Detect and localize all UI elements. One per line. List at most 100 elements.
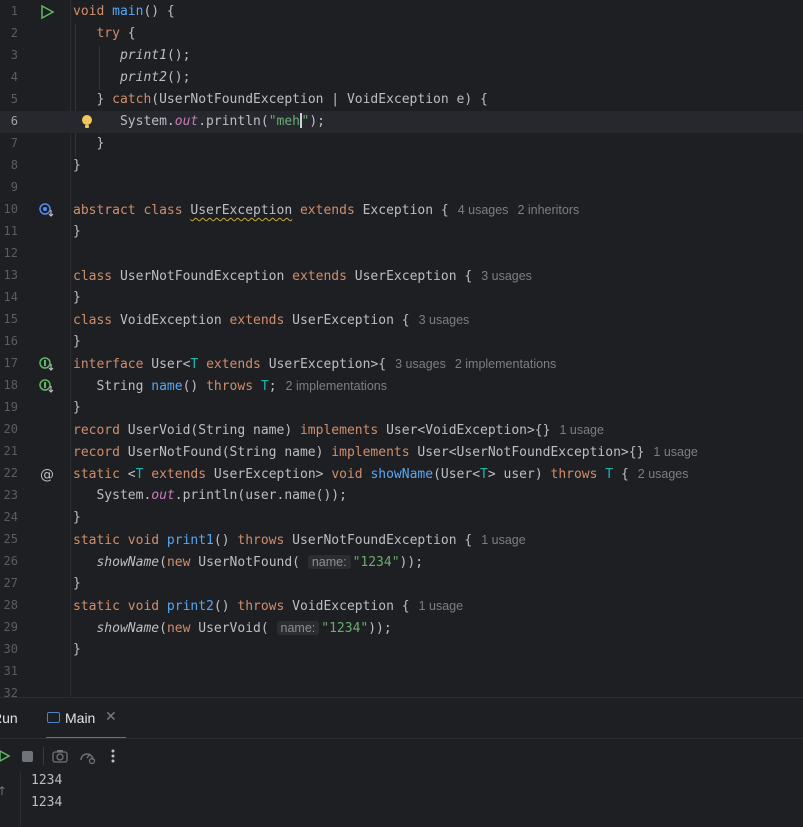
line-number: 30	[3, 642, 18, 656]
line-number: 28	[3, 598, 18, 612]
usages-hint[interactable]: 1 usage	[653, 445, 697, 459]
annotation-at-icon[interactable]: @	[38, 465, 56, 483]
code-text: String name() throws T; 2 implementations	[73, 379, 387, 394]
line-number: 21	[3, 444, 18, 458]
code-line[interactable]: 13 class UserNotFoundException extends U…	[0, 265, 803, 287]
usages-hint[interactable]: 1 usage	[481, 533, 525, 547]
scroll-up-icon[interactable]: ↑	[0, 784, 7, 798]
code-line[interactable]: 28 static void print2() throws VoidExcep…	[0, 595, 803, 617]
code-text: class UserNotFoundException extends User…	[73, 269, 532, 284]
line-number: 4	[10, 70, 18, 84]
code-text: try {	[96, 26, 136, 41]
toolbar-separator	[43, 747, 44, 765]
code-line[interactable]: 22 @ static <T extends UserException> vo…	[0, 463, 803, 485]
usages-hint[interactable]: 3 usages	[395, 357, 446, 371]
code-text: record UserNotFound(String name) impleme…	[73, 445, 698, 460]
code-line-current[interactable]: 6 System.out.println("meh ");	[0, 111, 803, 133]
tab-main[interactable]: Main ✕	[46, 698, 126, 739]
line-number: 13	[3, 268, 18, 282]
code-text: }	[73, 158, 81, 173]
code-line[interactable]: 29 showName(new UserVoid( name: "1234"));	[0, 617, 803, 639]
line-number: 17	[3, 356, 18, 370]
code-line[interactable]: 32	[0, 683, 803, 697]
line-number: 11	[3, 224, 18, 238]
code-line[interactable]: 24 }	[0, 507, 803, 529]
console-gutter	[20, 772, 21, 827]
code-line[interactable]: 23 System.out.println(user.name());	[0, 485, 803, 507]
console-output[interactable]: ↑ 1234 1234	[0, 772, 803, 827]
code-line[interactable]: 14 }	[0, 287, 803, 309]
code-line[interactable]: 12	[0, 243, 803, 265]
line-number: 15	[3, 312, 18, 326]
line-number: 2	[10, 26, 18, 40]
line-number: 7	[10, 136, 18, 150]
code-line[interactable]: 1 void main() {	[0, 1, 803, 23]
code-line[interactable]: 15 class VoidException extends UserExcep…	[0, 309, 803, 331]
code-line[interactable]: 26 showName(new UserNotFound( name: "1234…	[0, 551, 803, 573]
code-text: static void print1() throws UserNotFound…	[73, 533, 526, 548]
implementations-hint[interactable]: 2 implementations	[286, 379, 387, 393]
code-text: } catch(UserNotFoundException | VoidExce…	[73, 92, 488, 107]
code-line[interactable]: 17 interface User<T extends UserExceptio…	[0, 353, 803, 375]
line-number: 16	[3, 334, 18, 348]
code-editor[interactable]: 1 void main() { 2 try { 3 print1(); 4 pr…	[0, 0, 803, 697]
inheritors-hint[interactable]: 2 inheritors	[517, 203, 579, 217]
application-icon	[47, 712, 60, 723]
line-number: 20	[3, 422, 18, 436]
line-number: 29	[3, 620, 18, 634]
implemented-icon[interactable]	[38, 355, 56, 373]
line-number: 24	[3, 510, 18, 524]
code-line[interactable]: 18 String name() throws T; 2 implementati…	[0, 375, 803, 397]
code-text: }	[73, 136, 105, 151]
code-line[interactable]: 5 } catch(UserNotFoundException | VoidEx…	[0, 89, 803, 111]
code-line[interactable]: 4 print2();	[0, 67, 803, 89]
code-line[interactable]: 27 }	[0, 573, 803, 595]
code-text: }	[73, 510, 81, 525]
tab-label: Main	[65, 710, 96, 726]
code-line[interactable]: 7 }	[0, 133, 803, 155]
line-number: 12	[3, 246, 18, 260]
usages-hint[interactable]: 2 usages	[638, 467, 689, 481]
code-line[interactable]: 25 static void print1() throws UserNotFo…	[0, 529, 803, 551]
run-gutter-icon[interactable]	[38, 3, 56, 21]
camera-icon[interactable]	[51, 747, 69, 765]
implementations-hint[interactable]: 2 implementations	[455, 357, 556, 371]
code-text: static <T extends UserException> void sh…	[73, 467, 689, 482]
code-line[interactable]: 30 }	[0, 639, 803, 661]
run-tool-window-title[interactable]: Run	[0, 710, 18, 726]
profiler-icon[interactable]	[78, 747, 96, 765]
usages-hint[interactable]: 4 usages	[458, 203, 509, 217]
usages-hint[interactable]: 1 usage	[559, 423, 603, 437]
code-line[interactable]: 9	[0, 177, 803, 199]
more-icon[interactable]	[104, 747, 122, 765]
code-text: }	[73, 224, 81, 239]
code-line[interactable]: 31	[0, 661, 803, 683]
code-line[interactable]: 20 record UserVoid(String name) implemen…	[0, 419, 803, 441]
line-number: 32	[3, 686, 18, 697]
usages-hint[interactable]: 3 usages	[481, 269, 532, 283]
usages-hint[interactable]: 3 usages	[419, 313, 470, 327]
code-line[interactable]: 3 print1();	[0, 45, 803, 67]
implemented-icon[interactable]	[38, 377, 56, 395]
code-text: showName(new UserNotFound( name: "1234"))…	[96, 555, 424, 570]
code-text: print2();	[119, 70, 191, 85]
code-text: }	[73, 334, 81, 349]
line-number: 1	[10, 4, 18, 18]
stop-icon[interactable]	[18, 747, 36, 765]
svg-text:@: @	[40, 467, 54, 483]
code-text: static void print2() throws VoidExceptio…	[73, 599, 464, 614]
line-number: 26	[3, 554, 18, 568]
code-line[interactable]: 21 record UserNotFound(String name) impl…	[0, 441, 803, 463]
code-line[interactable]: 16 }	[0, 331, 803, 353]
code-line[interactable]: 2 try {	[0, 23, 803, 45]
line-number: 5	[10, 92, 18, 106]
overridden-icon[interactable]	[38, 201, 56, 219]
code-line[interactable]: 11 }	[0, 221, 803, 243]
code-line[interactable]: 8 }	[0, 155, 803, 177]
code-line[interactable]: 19 }	[0, 397, 803, 419]
usages-hint[interactable]: 1 usage	[419, 599, 463, 613]
code-text: void main() {	[73, 4, 175, 19]
close-icon[interactable]: ✕	[105, 709, 117, 725]
rerun-icon[interactable]	[0, 747, 12, 765]
code-line[interactable]: 10 abstract class UserException extends …	[0, 199, 803, 221]
